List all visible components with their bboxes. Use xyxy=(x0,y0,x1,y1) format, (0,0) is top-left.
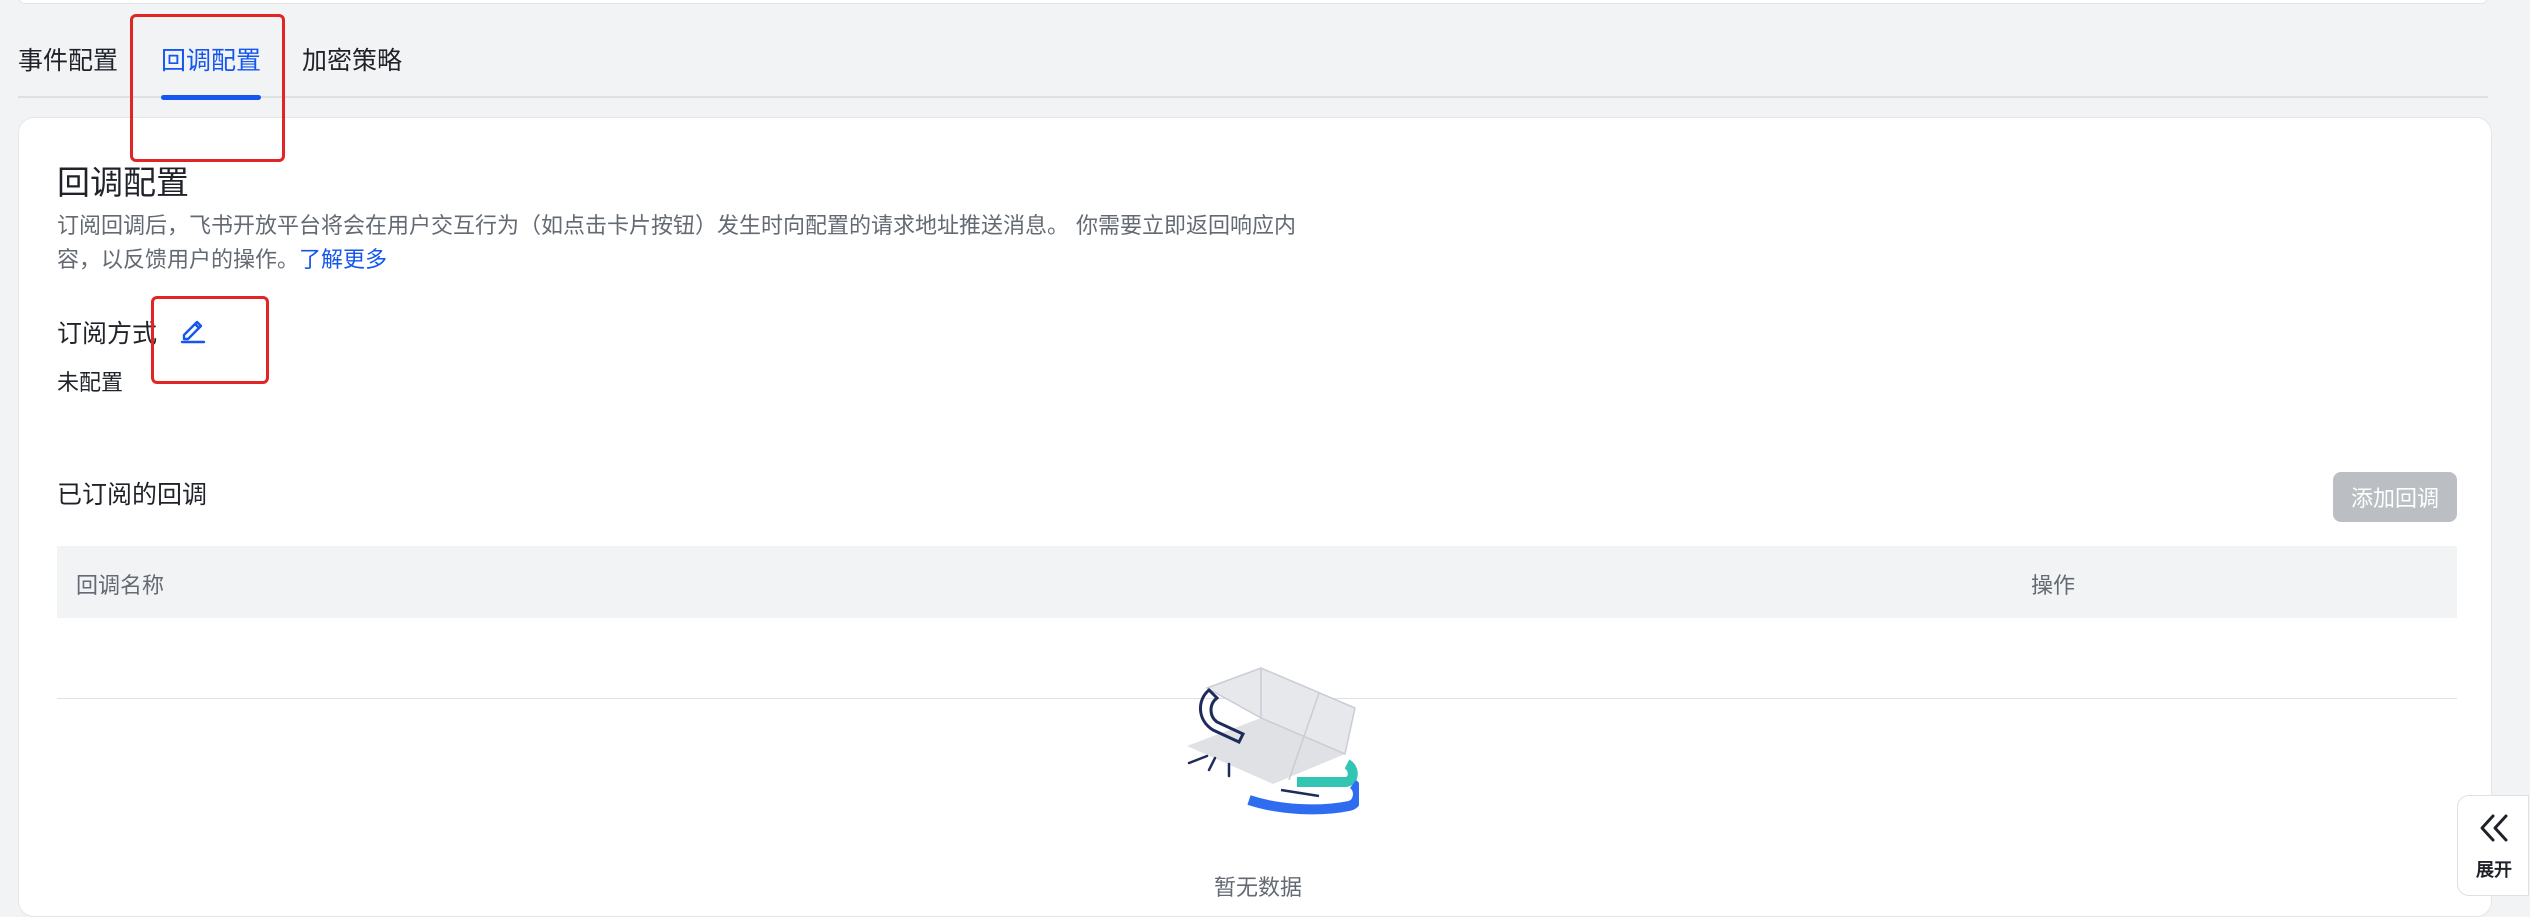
top-card xyxy=(18,0,2488,4)
learn-more-link[interactable]: 了解更多 xyxy=(299,248,387,273)
edit-icon[interactable] xyxy=(179,314,207,344)
column-actions: 操作 xyxy=(2031,574,2076,599)
empty-state-text: 暂无数据 xyxy=(1214,876,1303,901)
empty-illustration xyxy=(1169,658,1363,838)
tab-encryption-policy[interactable]: 加密策略 xyxy=(302,36,402,98)
tab-event-config[interactable]: 事件配置 xyxy=(18,36,118,98)
subscription-method-value: 未配置 xyxy=(57,371,124,396)
expand-label: 展开 xyxy=(2476,860,2512,881)
add-callback-button[interactable]: 添加回调 xyxy=(2333,472,2457,522)
double-chevron-left-icon xyxy=(2480,814,2508,842)
table-header: 回调名称 操作 xyxy=(57,546,2457,618)
page-title: 回调配置 xyxy=(57,163,189,202)
subscription-method-label: 订阅方式 xyxy=(57,319,158,348)
column-callback-name: 回调名称 xyxy=(76,574,165,599)
callback-config-card: 回调配置 订阅回调后，飞书开放平台将会在用户交互行为（如点击卡片按钮）发生时向配… xyxy=(18,117,2492,917)
tab-bar: 事件配置 回调配置 加密策略 xyxy=(18,36,2488,100)
tab-callback-config[interactable]: 回调配置 xyxy=(161,36,262,100)
subscribed-callbacks-title: 已订阅的回调 xyxy=(57,480,208,509)
expand-button[interactable]: 展开 xyxy=(2457,795,2529,896)
description-text: 订阅回调后，飞书开放平台将会在用户交互行为（如点击卡片按钮）发生时向配置的请求地… xyxy=(57,214,1296,273)
section-description: 订阅回调后，飞书开放平台将会在用户交互行为（如点击卡片按钮）发生时向配置的请求地… xyxy=(57,210,1317,278)
